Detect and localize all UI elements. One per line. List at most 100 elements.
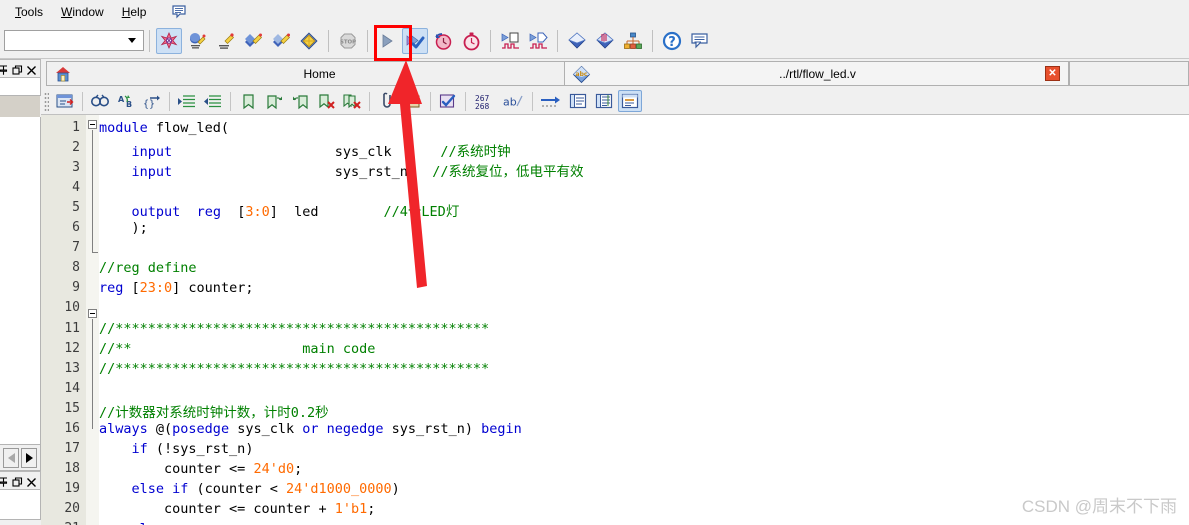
code-token: ); <box>99 220 148 237</box>
restore-icon[interactable] <box>12 475 23 487</box>
tab-strip: Home ✕ abc ../rtl/flow_led.v ✕ <box>41 59 1189 88</box>
tab-flow-led-close-icon[interactable]: ✕ <box>1045 66 1060 81</box>
bookmark-prev-icon[interactable] <box>288 90 312 112</box>
toolbar-grip[interactable] <box>44 91 49 111</box>
stop-icon[interactable]: STOP <box>335 28 361 54</box>
code-token: (counter < <box>188 480 286 497</box>
compile-icon[interactable] <box>184 28 210 54</box>
menu-help[interactable]: Help <box>113 3 156 21</box>
arrow-right-icon[interactable] <box>21 447 37 468</box>
editor-separator <box>532 91 533 111</box>
code-line[interactable]: //**************************************… <box>99 361 489 377</box>
svg-text:abc: abc <box>576 71 588 78</box>
restore-icon[interactable] <box>12 63 23 75</box>
code-folding-column[interactable] <box>86 115 99 525</box>
code-line[interactable]: input sys_rst_n, //系统复位，低电平有效 <box>99 160 584 180</box>
run-all-icon[interactable] <box>402 27 428 54</box>
line-number: 12 <box>64 340 80 356</box>
code-line[interactable]: module flow_led( <box>99 120 229 136</box>
line-number: 1 <box>72 120 80 135</box>
tab-flow-led[interactable]: abc ../rtl/flow_led.v ✕ <box>564 61 1069 86</box>
pin-icon[interactable] <box>0 63 9 75</box>
fold-box-always[interactable] <box>88 309 97 318</box>
code-token: ] led <box>269 204 384 221</box>
code-editor[interactable]: 123456789101112131415161718192021 module… <box>41 115 1189 525</box>
editor-separator <box>230 91 231 111</box>
wave-in-icon[interactable] <box>497 28 523 54</box>
bookmark-next-icon[interactable] <box>262 90 286 112</box>
simulate-icon[interactable] <box>240 28 266 54</box>
goto-brace-icon[interactable]: {} <box>140 90 164 112</box>
arrow-left-icon[interactable] <box>3 447 19 468</box>
left-panel-bottom-caption <box>0 471 41 490</box>
synthesis-icon[interactable] <box>296 28 322 54</box>
bookmark-clear-icon[interactable] <box>314 90 338 112</box>
comment-icon[interactable] <box>171 4 188 20</box>
line-number: 14 <box>64 380 80 396</box>
goto-line-icon[interactable] <box>53 90 77 112</box>
line-number: 19 <box>64 480 80 496</box>
code-line[interactable]: input sys_clk , //系统时钟 <box>99 140 511 160</box>
code-text-area[interactable]: module flow_led( input sys_clk , //系统时钟 … <box>99 115 1189 525</box>
code-token: ] counter; <box>172 280 254 297</box>
goto-next-icon[interactable] <box>538 90 564 112</box>
left-panel-top-body[interactable] <box>0 117 41 445</box>
replace-icon[interactable]: A B <box>114 90 138 112</box>
editor-separator <box>465 91 466 111</box>
show-lines-icon[interactable] <box>566 90 590 112</box>
show-all-icon[interactable] <box>618 90 642 112</box>
code-line[interactable]: counter <= counter + 1'b1; <box>99 501 375 517</box>
code-line[interactable]: else <box>99 521 165 525</box>
line-count-icon[interactable]: 267 268 <box>471 90 499 112</box>
left-panel-bottom-body[interactable] <box>0 490 41 520</box>
outdent-icon[interactable] <box>201 90 225 112</box>
code-line[interactable]: reg [23:0] counter; <box>99 280 253 296</box>
close-icon[interactable] <box>26 63 37 75</box>
fold-box-module[interactable] <box>88 120 97 129</box>
bookmark-clear-all-icon[interactable] <box>340 90 364 112</box>
indent-icon[interactable] <box>175 90 199 112</box>
restart-clock-icon[interactable] <box>430 28 456 54</box>
timer-icon[interactable] <box>458 28 484 54</box>
code-line[interactable]: //计数器对系统时钟计数，计时0.2秒 <box>99 401 329 421</box>
code-line[interactable]: if (!sys_rst_n) <box>99 441 254 457</box>
find-icon[interactable] <box>88 90 112 112</box>
code-line[interactable]: counter <= 24'd0; <box>99 461 302 477</box>
code-line[interactable]: else if (counter < 24'd1000_0000) <box>99 481 400 497</box>
simulate-blue-icon[interactable] <box>268 28 294 54</box>
menu-tools[interactable]: Tools <box>6 3 52 21</box>
download-icon[interactable] <box>564 28 590 54</box>
menu-window-mnemonic: W <box>61 4 73 19</box>
code-line[interactable]: always @(posedge sys_clk or negedge sys_… <box>99 421 522 437</box>
compile-all-icon[interactable] <box>156 27 182 54</box>
left-panel-selected-row[interactable] <box>0 96 40 117</box>
hierarchy-icon[interactable] <box>620 28 646 54</box>
spellcheck-icon[interactable]: ab <box>501 90 527 112</box>
code-line[interactable]: //** main code <box>99 341 375 357</box>
line-number: 15 <box>64 400 80 416</box>
line-number: 2 <box>72 140 80 156</box>
show-numbers-icon[interactable] <box>592 90 616 112</box>
close-icon[interactable] <box>26 475 37 487</box>
wave-out-icon[interactable] <box>525 28 551 54</box>
run-icon[interactable] <box>374 28 400 54</box>
menu-window[interactable]: Window <box>52 3 113 21</box>
code-line[interactable]: //reg define <box>99 260 197 276</box>
download-multi-icon[interactable] <box>592 28 618 54</box>
library-combo[interactable] <box>4 30 144 51</box>
code-line[interactable]: //**************************************… <box>99 321 489 337</box>
code-line[interactable]: ); <box>99 220 148 236</box>
tab-home[interactable]: Home ✕ <box>46 61 591 86</box>
help-icon[interactable]: ? <box>659 28 685 54</box>
code-token: @( <box>147 420 173 437</box>
code-token: 3:0 <box>245 204 270 221</box>
elaborate-icon[interactable] <box>212 28 238 54</box>
toolbar-separator <box>652 29 653 52</box>
line-number-gutter: 123456789101112131415161718192021 <box>41 115 86 525</box>
note-icon[interactable] <box>687 28 713 54</box>
bookmark-icon[interactable] <box>236 90 260 112</box>
pin-icon[interactable] <box>0 475 9 487</box>
